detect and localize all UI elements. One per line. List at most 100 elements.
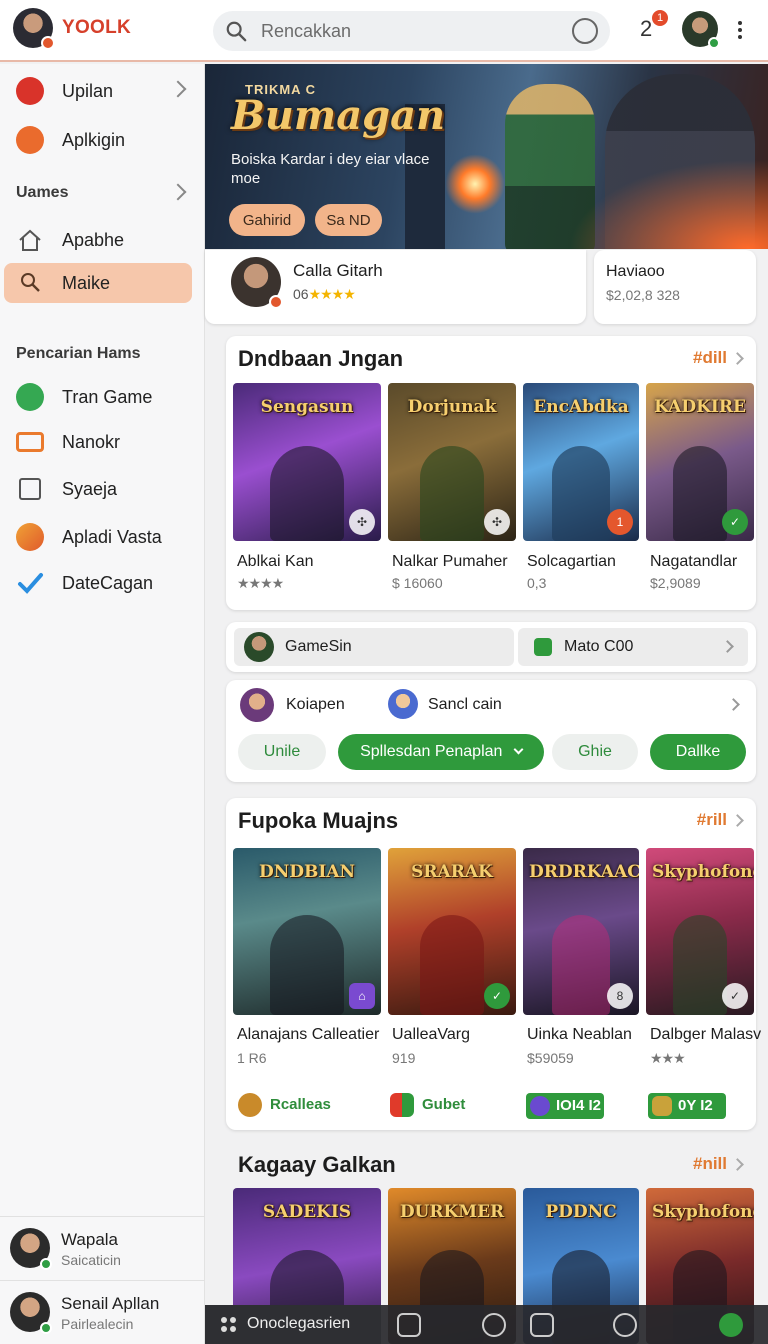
sidebar-group-toggle[interactable] xyxy=(4,174,192,210)
history-icon[interactable] xyxy=(572,18,598,44)
sidebar-user-wapala[interactable]: Wapala Saicaticin xyxy=(0,1218,205,1280)
game-tile[interactable]: DRDRKAACH 8 Uinka Neablan $59059 xyxy=(523,848,639,1073)
brand-name[interactable]: YOOLK xyxy=(62,17,131,39)
sidebar-user-senail[interactable]: Senail Apllan Pairlealecin xyxy=(0,1282,205,1344)
dock-menu-button[interactable]: Onoclegasrien xyxy=(205,1305,381,1344)
sidebar-item-nanokr[interactable]: Nanokr xyxy=(4,422,192,462)
sidebar-item-label: Apladi Vasta xyxy=(62,527,162,547)
notification-badge: 1 xyxy=(652,10,668,26)
energy-blast-art xyxy=(445,154,505,214)
cover-title: KADKIRE xyxy=(654,397,746,417)
featured-player-card[interactable]: Calla Gitarh 06★★★★ xyxy=(205,250,586,324)
game-rating: ★★★★ xyxy=(237,575,284,591)
game-tile[interactable]: Dorjunak ✣ Nalkar Pumaher $ 16060 xyxy=(388,383,516,598)
filter-pill-dallke[interactable]: Dallke xyxy=(650,734,746,770)
section-see-all-link[interactable]: #nill xyxy=(693,1154,744,1174)
sidebar-item-label: Maike xyxy=(62,273,111,293)
search-input[interactable] xyxy=(261,19,561,43)
game-cover-art: SRARAK ✓ xyxy=(388,848,516,1015)
user-subtitle: Saicaticin xyxy=(61,1252,121,1268)
sidebar-group-pencarian: Pencarian Hams xyxy=(16,345,141,362)
check-badge-icon: ✓ xyxy=(484,983,510,1009)
apps-grid-icon xyxy=(221,1317,237,1333)
game-cover-art: DRDRKAACH 8 xyxy=(523,848,639,1015)
check-badge-icon: ✓ xyxy=(722,509,748,535)
game-tile[interactable]: SRARAK ✓ UalleaVarg 919 xyxy=(388,848,516,1073)
sidebar-item-maike[interactable]: Maike xyxy=(4,263,192,303)
search-icon xyxy=(226,21,247,42)
cover-title: DNDBIAN xyxy=(258,862,356,882)
game-tile[interactable]: Skyphofond ✓ Dalbger Malasv ★★★ xyxy=(646,848,761,1073)
red-circle-icon xyxy=(16,77,44,105)
filter-dropdown[interactable]: Spllesdan Penaplan xyxy=(338,734,544,770)
compass-icon[interactable] xyxy=(482,1313,506,1337)
avatar xyxy=(231,257,283,309)
sidebar-item-tran-game[interactable]: Tran Game xyxy=(4,377,192,417)
section-see-all-link[interactable]: #dill xyxy=(693,348,744,368)
chart-icon[interactable] xyxy=(530,1313,554,1337)
tag-gubet[interactable]: Gubet xyxy=(390,1091,500,1119)
avatar xyxy=(10,1292,52,1334)
check-circle-icon[interactable] xyxy=(719,1313,743,1337)
search-bar[interactable] xyxy=(213,11,610,51)
user-avatar[interactable] xyxy=(682,11,720,49)
game-tile[interactable]: EncAbdka 1 Solcagartian 0,3 xyxy=(523,383,639,598)
sidebar-item-apabhe[interactable]: Apabhe xyxy=(4,220,192,260)
game-cover-art: DNDBIAN ⌂ xyxy=(233,848,381,1015)
cover-title: SRARAK xyxy=(411,862,493,882)
section-see-all-link[interactable]: #rill xyxy=(697,810,744,830)
filter-user-label[interactable]: Sancl cain xyxy=(428,696,502,714)
game-title: UalleaVarg xyxy=(392,1026,470,1043)
notification-badge: 1 xyxy=(607,509,633,535)
tag-label: Rcalleas xyxy=(270,1096,331,1113)
hero-title: Bumagan xyxy=(231,92,446,139)
game-cover-art: Skyphofond ✓ xyxy=(646,848,754,1015)
clock-icon[interactable] xyxy=(613,1313,637,1337)
home-icon[interactable] xyxy=(397,1313,421,1337)
dropdown-label: Spllesdan Penaplan xyxy=(360,743,503,760)
more-menu-icon[interactable] xyxy=(734,18,746,42)
game-cover-art: Sengasun ✣ xyxy=(233,383,381,541)
hero-primary-button[interactable]: Gahirid xyxy=(229,204,305,236)
balance-label: Haviaoo xyxy=(606,263,665,280)
sidebar-item-aplkigin[interactable]: Aplkigin xyxy=(4,120,192,160)
hero-banner[interactable]: TRIKMA C Bumagan Boiska Kardar i dey eia… xyxy=(205,64,768,249)
sidebar-item-syaeja[interactable]: Syaeja xyxy=(4,469,192,509)
hero-secondary-button[interactable]: Sa ND xyxy=(315,204,382,236)
controller-icon xyxy=(16,432,44,452)
brand-avatar[interactable] xyxy=(13,8,55,50)
avatar[interactable] xyxy=(388,689,418,719)
hero-description: Boiska Kardar i dey eiar vlace moe xyxy=(231,151,430,187)
filter-user-label[interactable]: Koiapen xyxy=(286,696,345,714)
game-tile[interactable]: KADKIRE ✓ Nagatandlar $2,9089 xyxy=(646,383,754,598)
avatar[interactable] xyxy=(240,688,274,722)
mato-button[interactable]: Mato C00 xyxy=(518,628,748,666)
sidebar-item-label: Upilan xyxy=(62,81,114,101)
sidebar-item-datecagan[interactable]: DateCagan xyxy=(4,563,192,603)
filter-pill-ghie[interactable]: Ghie xyxy=(552,734,638,770)
square-icon xyxy=(19,478,41,500)
cover-title: SADEKIS xyxy=(262,1202,352,1222)
fire-glow-art xyxy=(568,159,768,249)
character-art xyxy=(552,914,610,1015)
brush-icon xyxy=(16,523,44,551)
gamesin-button[interactable]: GameSin xyxy=(234,628,514,666)
notification-button[interactable]: 2 1 xyxy=(640,10,668,42)
sidebar-item-apladi-vasta[interactable]: Apladi Vasta xyxy=(4,517,192,557)
online-dot-icon xyxy=(40,1322,52,1334)
chevron-down-icon xyxy=(513,744,524,755)
filter-pill-unile[interactable]: Unile xyxy=(238,734,326,770)
tag-rcalleas[interactable]: Rcalleas xyxy=(238,1091,358,1119)
chevron-right-icon[interactable] xyxy=(727,698,740,711)
game-tile[interactable]: Sengasun ✣ Ablkai Kan ★★★★ xyxy=(233,383,381,598)
section-title: Dndbaan Jngan xyxy=(238,346,404,371)
tag-0y[interactable]: 0Y I2 xyxy=(648,1093,726,1119)
sidebar-item-label: Tran Game xyxy=(62,387,153,407)
balance-card[interactable]: Haviaoo $2,02,8 328 xyxy=(594,250,756,324)
monster-art xyxy=(552,446,610,541)
divider xyxy=(0,1216,205,1217)
sidebar-item-upilan[interactable]: Upilan xyxy=(4,71,192,111)
game-tile[interactable]: DNDBIAN ⌂ Alanajans Calleatier 1 R6 xyxy=(233,848,381,1073)
player-name: Calla Gitarh xyxy=(293,261,383,280)
tag-ioi4[interactable]: IOI4 I2 xyxy=(526,1093,604,1119)
